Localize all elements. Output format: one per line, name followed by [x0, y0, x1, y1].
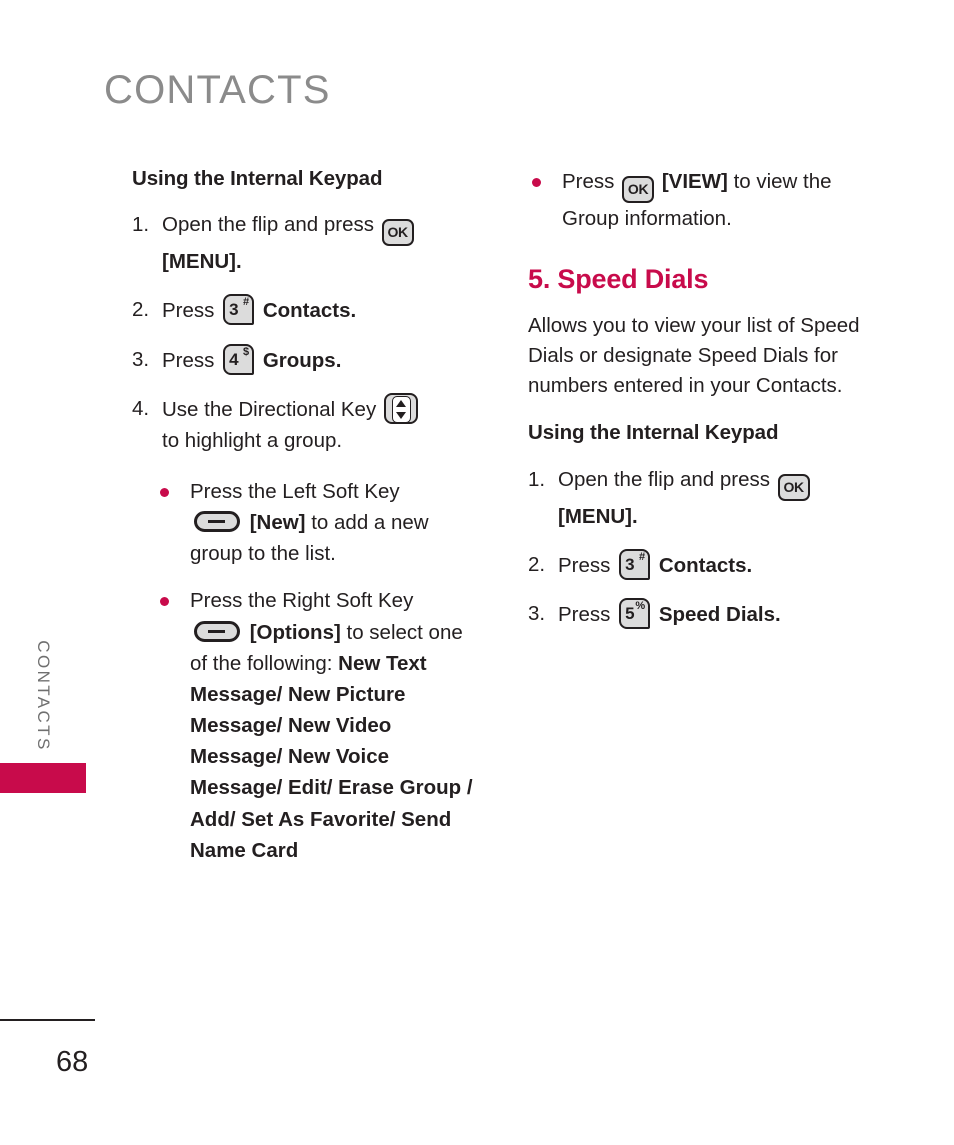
step-number: 2. — [132, 298, 150, 322]
left-step-3: 3. Press 4 $ Groups. — [132, 343, 482, 376]
key-3-icon: 3 # — [619, 548, 651, 580]
left-subheading: Using the Internal Keypad — [132, 167, 383, 190]
step-number: 3. — [528, 601, 546, 625]
step-text: Use the Directional Key — [162, 397, 377, 421]
ok-key-icon: OK — [622, 176, 655, 203]
ok-key-icon: OK — [777, 473, 810, 501]
right-step-3: 3. Press 5% Speed Dials. — [528, 597, 878, 630]
step-text-bold: [MENU]. — [558, 504, 638, 528]
section-heading-speed-dials: 5. Speed Dials — [528, 264, 709, 295]
key-5-icon: 5% — [619, 597, 651, 629]
page-number: 68 — [56, 1046, 89, 1078]
left-step-1: 1. Open the flip and press OK [MENU]. — [132, 209, 482, 277]
right-step-1: 1. Open the flip and press OK [MENU]. — [528, 464, 878, 532]
soft-key-icon — [194, 511, 240, 533]
bullet-text: Press — [562, 170, 615, 193]
page-title: CONTACTS — [104, 68, 331, 112]
left-step-4: 4. Use the Directional Key to highlight a… — [132, 392, 482, 456]
step-text-cont: to highlight a group. — [162, 428, 343, 452]
step-text-bold: Groups. — [262, 348, 342, 372]
bullet-text: Press the Left Soft Key — [190, 480, 400, 504]
bullet-bracket: [Options] — [249, 620, 341, 644]
key-4-icon: 4 $ — [223, 343, 255, 375]
step-text-bold: Contacts. — [262, 299, 357, 323]
step-text-bold: [MENU]. — [162, 250, 242, 274]
key-digit: 5 — [625, 603, 635, 623]
bullet-dot-icon — [532, 178, 541, 187]
step-number: 4. — [132, 396, 150, 420]
bullet-bracket: [New] — [249, 511, 306, 535]
left-step-2: 2. Press 3 # Contacts. — [132, 294, 482, 326]
bullet-options-list: New Text Message/ New Picture Message/ N… — [190, 651, 473, 862]
speed-dials-description: Allows you to view your list of Speed Di… — [528, 314, 860, 397]
footer-divider — [0, 1019, 95, 1021]
step-text: Open the flip and press — [558, 467, 770, 491]
step-text-bold: Contacts. — [658, 553, 753, 577]
step-number: 3. — [132, 347, 150, 371]
key-digit: 4 — [229, 349, 239, 369]
key-superscript: # — [638, 550, 646, 563]
step-text: Press — [162, 348, 215, 372]
key-digit: 3 — [229, 300, 239, 320]
right-subheading: Using the Internal Keypad — [528, 421, 779, 445]
step-number: 2. — [528, 552, 546, 576]
directional-key-inner — [391, 395, 411, 423]
key-3-icon: 3 # — [223, 294, 255, 326]
step-text: Open the flip and press — [162, 213, 374, 237]
key-superscript: $ — [242, 345, 250, 358]
right-column: Press OK [VIEW] to view the Group inform… — [528, 166, 878, 647]
right-step-2: 2. Press 3 # Contacts. — [528, 548, 878, 581]
bullet-bracket: [VIEW] — [661, 170, 728, 193]
right-bullet-1: Press OK [VIEW] to view the Group inform… — [528, 166, 878, 234]
step-text-bold: Speed Dials. — [658, 602, 781, 626]
step-text: Press — [558, 602, 611, 626]
step-number: 1. — [132, 213, 150, 237]
arrow-down-icon — [396, 411, 407, 419]
step-text: Press — [558, 553, 611, 577]
bullet-text: Press the Right Soft Key — [190, 589, 414, 613]
side-tab-accent-bar — [0, 763, 86, 793]
soft-key-dash — [208, 520, 225, 524]
step-text: Press — [162, 299, 215, 323]
key-superscript: # — [242, 296, 250, 309]
soft-key-dash — [208, 629, 225, 633]
key-superscript: % — [635, 599, 646, 612]
left-bullet-2: Press the Right Soft Key [Options] to se… — [156, 585, 482, 865]
arrow-up-icon — [396, 399, 407, 407]
bullet-dot-icon — [160, 597, 169, 607]
left-bullet-1: Press the Left Soft Key [New] to add a n… — [156, 476, 482, 569]
directional-key-icon — [383, 392, 418, 424]
left-column: Using the Internal Keypad 1. Open the fli… — [132, 166, 482, 882]
key-digit: 3 — [625, 554, 635, 574]
ok-key-icon: OK — [381, 219, 414, 247]
bullet-dot-icon — [160, 488, 169, 498]
step-number: 1. — [528, 467, 546, 491]
soft-key-icon — [194, 620, 240, 642]
